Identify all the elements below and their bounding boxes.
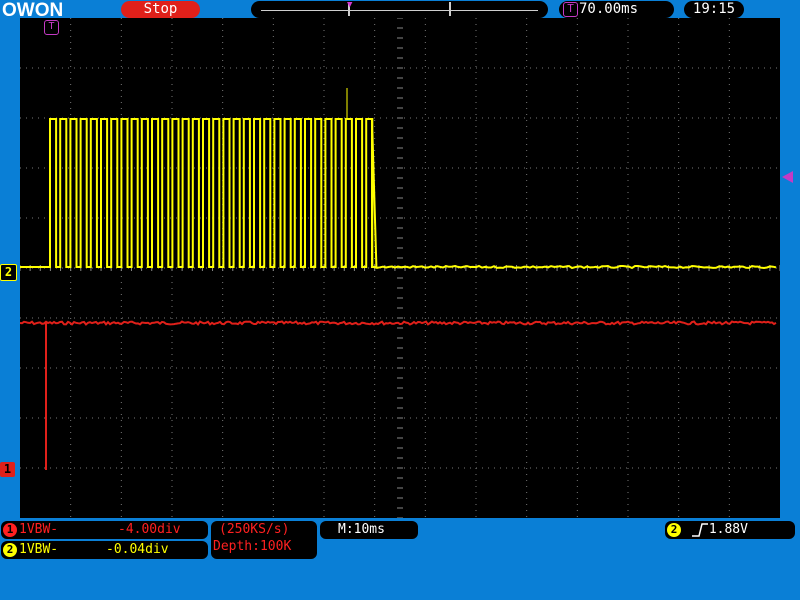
rising-edge-icon [691,523,708,537]
trigger-level: 1.88V [708,522,748,537]
ch1-offset: -4.00div [118,522,181,537]
ch1-waveform [20,320,777,326]
trigger-icon: T [563,2,578,17]
sample-rate: (250KS/s) [219,522,290,537]
ch2-badge: 2 [3,543,17,557]
trigger-level-arrow-icon[interactable] [782,171,793,183]
trigger-offset-value: 70.00ms [579,1,639,17]
ch1-badge: 1 [3,523,17,537]
ch2-waveform [20,118,777,270]
ch2-level-marker[interactable]: 2 [0,264,17,281]
run-stop-status[interactable]: Stop [121,1,200,18]
trigger-offset-display: T 70.00ms [559,1,674,18]
memory-position-bar: ▼ [251,1,548,18]
ch2-offset: -0.04div [106,542,169,557]
memory-depth: Depth:100K [213,539,292,554]
trigger-position-marker: ▼ [347,0,353,10]
trigger-source-badge: 2 [667,523,681,537]
memory-view-window [348,2,451,16]
timebase: M:10ms [320,521,418,539]
acquisition-info: (250KS/s) Depth:100K [211,521,317,559]
ch2-label: 1VBW- [19,542,59,557]
trigger-time-marker-icon: T [44,20,59,35]
waveform-screen [20,18,780,518]
trigger-info: 2 1.88V [665,521,795,539]
ch1-label: 1VBW- [19,522,59,537]
ch2-info: 2 1VBW- -0.04div [1,541,208,559]
ch1-level-marker[interactable]: 1 [0,462,15,477]
clock: 19:15 [684,1,744,18]
ch1-info: 1 1VBW- -4.00div [1,521,208,539]
